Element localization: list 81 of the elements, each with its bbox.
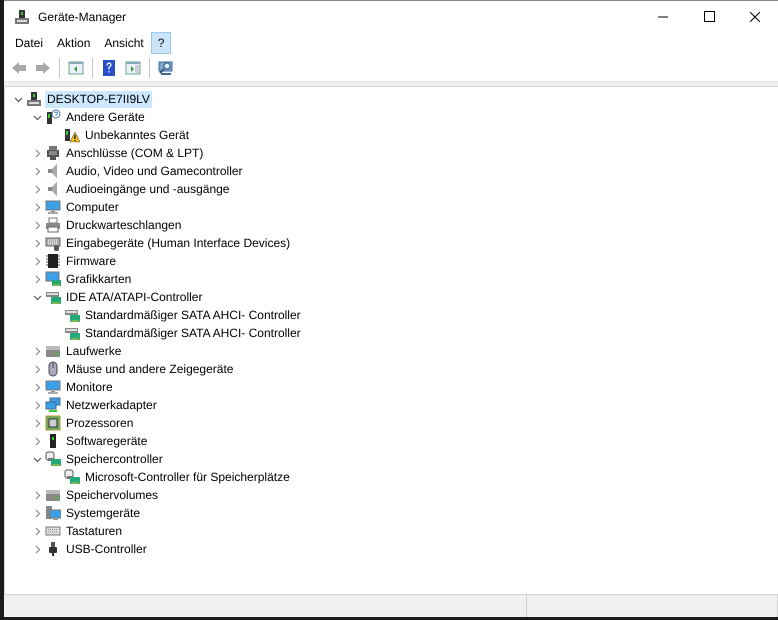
expand-chevron-icon[interactable]	[32, 508, 42, 518]
expand-chevron-icon[interactable]	[32, 436, 42, 446]
controller-icon	[64, 307, 80, 323]
chip-icon	[45, 253, 61, 269]
expand-chevron-icon[interactable]	[32, 544, 42, 554]
tree-item[interactable]: Unbekanntes Gerät	[83, 126, 192, 144]
collapse-chevron-icon[interactable]	[14, 94, 22, 104]
monitor-icon	[45, 379, 61, 395]
expand-chevron-icon[interactable]	[32, 220, 42, 230]
monitor-icon	[45, 199, 61, 215]
expand-chevron-icon[interactable]	[32, 166, 42, 176]
expand-chevron-icon[interactable]	[32, 256, 42, 266]
expand-chevron-icon[interactable]	[32, 346, 42, 356]
computer-icon	[26, 91, 42, 107]
expand-chevron-icon[interactable]	[32, 526, 42, 536]
system-devices-icon	[45, 505, 61, 521]
expand-chevron-icon[interactable]	[32, 364, 42, 374]
tree-item[interactable]: Grafikkarten	[64, 270, 134, 288]
menu-item[interactable]: Aktion	[50, 32, 98, 54]
collapse-chevron-icon[interactable]	[32, 112, 42, 122]
tree-item[interactable]: Laufwerke	[64, 342, 124, 360]
menu-item[interactable]: Datei	[8, 32, 50, 54]
controller-icon	[64, 325, 80, 341]
window-title: Geräte-Manager	[38, 8, 126, 26]
tree-item[interactable]: Standardmäßiger SATA AHCI- Controller	[83, 324, 303, 342]
expand-chevron-icon[interactable]	[32, 274, 42, 284]
tree-item[interactable]: Speichervolumes	[64, 486, 160, 504]
expand-chevron-icon[interactable]	[32, 490, 42, 500]
tree-item[interactable]: Standardmäßiger SATA AHCI- Controller	[83, 306, 303, 324]
close-icon[interactable]	[750, 12, 760, 22]
expand-chevron-icon[interactable]	[32, 418, 42, 428]
warning-device-icon	[64, 127, 80, 143]
drive-icon	[45, 343, 61, 359]
tree-item[interactable]: Monitore	[64, 378, 115, 396]
expand-chevron-icon[interactable]	[32, 400, 42, 410]
expand-chevron-icon[interactable]	[32, 382, 42, 392]
expand-chevron-icon[interactable]	[32, 184, 42, 194]
storage-controller-icon	[45, 451, 61, 467]
expand-chevron-icon[interactable]	[32, 202, 42, 212]
app-icon	[14, 8, 30, 24]
expand-chevron-icon[interactable]	[32, 148, 42, 158]
tree-item[interactable]: Systemgeräte	[64, 504, 142, 522]
tree-item[interactable]: Mäuse und andere Zeigegeräte	[64, 360, 236, 378]
tree-item[interactable]: Prozessoren	[64, 414, 136, 432]
tree-item[interactable]: Microsoft-Controller für Speicherplätze	[83, 468, 292, 486]
menu-item[interactable]: Ansicht	[97, 32, 151, 54]
network-icon	[45, 397, 61, 413]
tree-item[interactable]: Firmware	[64, 252, 118, 270]
tree-item[interactable]: DESKTOP-E7II9LV	[45, 90, 152, 108]
processor-icon	[45, 415, 61, 431]
tree-item[interactable]: Speichercontroller	[64, 450, 165, 468]
tree-item[interactable]: Anschlüsse (COM & LPT)	[64, 144, 206, 162]
pane-icon[interactable]	[68, 60, 84, 76]
pane-icon[interactable]	[125, 60, 141, 76]
tree-item[interactable]: Netzwerkadapter	[64, 396, 159, 414]
unknown-device-icon	[45, 109, 61, 125]
tree-item[interactable]: Druckwarteschlangen	[64, 216, 184, 234]
menu-item[interactable]: ?	[150, 32, 172, 54]
expand-chevron-icon[interactable]	[32, 238, 42, 248]
storage-controller-icon	[64, 469, 80, 485]
printer-icon	[45, 217, 61, 233]
tree-item[interactable]: Andere Geräte	[64, 108, 147, 126]
tree-item[interactable]: USB-Controller	[64, 540, 149, 558]
keyboard-mouse-icon	[45, 235, 61, 251]
maximize-icon[interactable]	[704, 11, 714, 22]
tree-item[interactable]: Eingabegeräte (Human Interface Devices)	[64, 234, 292, 252]
tree-item[interactable]: Audioeingänge und -ausgänge	[64, 180, 232, 198]
tree-item[interactable]: Softwaregeräte	[64, 432, 150, 450]
port-icon	[45, 145, 61, 161]
controller-icon	[45, 289, 61, 305]
tree-item[interactable]: Tastaturen	[64, 522, 124, 540]
help-icon[interactable]	[101, 60, 117, 76]
collapse-chevron-icon[interactable]	[32, 292, 42, 302]
graphics-card-icon	[45, 271, 61, 287]
tree-item[interactable]: Audio, Video und Gamecontroller	[64, 162, 245, 180]
tree-item[interactable]: IDE ATA/ATAPI-Controller	[64, 288, 204, 306]
monitor-search-icon[interactable]	[158, 60, 174, 76]
minimize-icon[interactable]	[658, 16, 668, 18]
tree-item[interactable]: Computer	[64, 198, 121, 216]
drive-icon	[45, 487, 61, 503]
collapse-chevron-icon[interactable]	[32, 454, 42, 464]
